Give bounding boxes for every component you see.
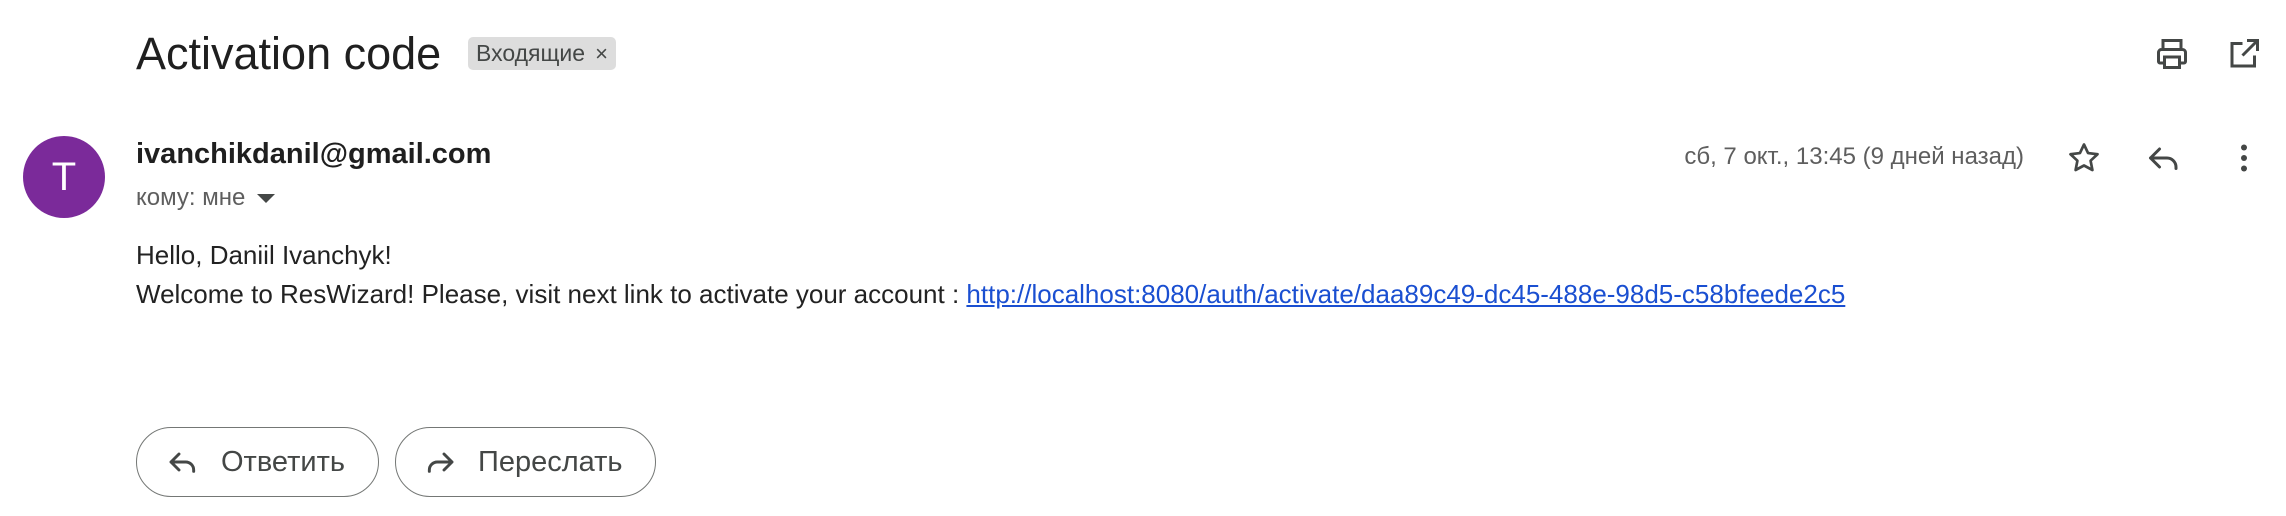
more-options-button[interactable] (2218, 132, 2270, 184)
label-chip-text: Входящие (476, 40, 586, 66)
print-icon (2157, 39, 2187, 69)
activation-link[interactable]: http://localhost:8080/auth/activate/daa8… (966, 279, 1845, 309)
star-icon (2069, 143, 2099, 172)
email-body: Hello, Daniil Ivanchyk! Welcome to ResWi… (136, 236, 1845, 314)
body-line: Welcome to ResWizard! Please, visit next… (136, 275, 1845, 314)
show-details-chevron-down-icon[interactable] (257, 193, 276, 203)
forward-icon (427, 452, 454, 473)
sender-avatar[interactable]: T (23, 136, 105, 218)
open-in-new-window-button[interactable] (2218, 28, 2270, 80)
body-greeting: Hello, Daniil Ivanchyk! (136, 240, 392, 270)
forward-button[interactable]: Переслать (395, 427, 656, 497)
star-button[interactable] (2058, 132, 2110, 184)
email-date: сб, 7 окт., 13:45 (9 дней назад) (1684, 143, 2024, 170)
open-in-new-window-icon (2230, 39, 2259, 68)
remove-label-icon[interactable]: × (595, 41, 608, 67)
label-chip-inbox[interactable]: Входящие × (468, 37, 616, 70)
reply-icon-button[interactable] (2138, 132, 2190, 184)
more-vertical-icon (2241, 144, 2247, 172)
print-button[interactable] (2146, 28, 2198, 80)
body-line-text: Welcome to ResWizard! Please, visit next… (136, 279, 967, 309)
reply-icon (2149, 147, 2178, 170)
sender-email[interactable]: ivanchikdanil@gmail.com (136, 138, 491, 171)
recipient-line: кому: мне (136, 184, 276, 212)
recipient-text: кому: мне (136, 184, 246, 211)
email-subject: Activation code (136, 28, 442, 79)
reply-button[interactable]: Ответить (136, 427, 379, 497)
reply-button-label: Ответить (221, 445, 345, 478)
forward-button-label: Переслать (478, 445, 623, 478)
reply-icon (169, 452, 196, 473)
